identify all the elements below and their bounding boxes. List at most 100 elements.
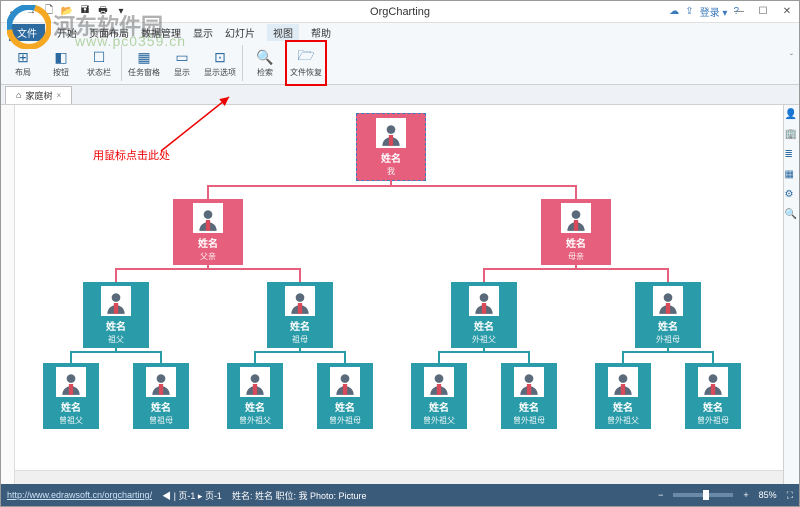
app-title: OrgCharting <box>370 6 430 18</box>
node-role: 祖母 <box>292 334 308 345</box>
maximize-button[interactable]: ☐ <box>755 5 771 19</box>
ribbon-search[interactable]: 🔍检索 <box>247 43 283 83</box>
ribbon: ⊞布局 ◧按钮 ☐状态栏 ▦任务窗格 ▭显示 ⊡显示选项 🔍检索 🗁文件恢复 ˬ <box>1 41 799 85</box>
org-node[interactable]: 姓名曾外祖母 <box>501 363 557 429</box>
org-node[interactable]: 姓名外祖母 <box>635 282 701 348</box>
status-bar: http://www.edrawsoft.cn/orgcharting/ ◀ |… <box>1 484 799 506</box>
ribbon-statusbar[interactable]: ☐状态栏 <box>81 43 117 83</box>
connector <box>344 351 346 363</box>
menu-data[interactable]: 数据管理 <box>141 25 181 40</box>
ribbon-collapse-icon[interactable]: ˬ <box>790 45 793 55</box>
menu-help[interactable]: 帮助 <box>311 25 331 40</box>
qat-print[interactable]: 🖶 <box>95 4 111 20</box>
org-node[interactable]: 姓名祖母 <box>267 282 333 348</box>
horizontal-scrollbar[interactable] <box>15 470 783 484</box>
org-node[interactable]: 姓名父亲 <box>173 199 243 265</box>
menu-slides[interactable]: 幻灯片 <box>225 25 255 40</box>
menu-view[interactable]: 视图 <box>267 24 299 41</box>
zoom-out-button[interactable]: − <box>658 490 663 500</box>
connector <box>622 351 714 353</box>
qat-undo[interactable]: ← <box>5 4 21 20</box>
zoom-in-button[interactable]: + <box>743 490 748 500</box>
titlebar-right: ☁ ⇪ 登录 ▾ ? <box>669 4 739 19</box>
node-role: 父亲 <box>200 251 216 262</box>
qat-more[interactable]: ▾ <box>113 4 129 20</box>
org-node-root[interactable]: 姓名 我 <box>356 113 426 181</box>
search-icon: 🔍 <box>255 47 275 67</box>
org-node[interactable]: 姓名曾外祖母 <box>317 363 373 429</box>
node-name: 姓名 <box>613 399 633 414</box>
sidebar-search-icon[interactable]: 🔍 <box>785 209 799 223</box>
qat-save[interactable]: 🖬 <box>77 4 93 20</box>
ribbon-button[interactable]: ◧按钮 <box>43 43 79 83</box>
connector <box>70 351 162 353</box>
org-node[interactable]: 姓名母亲 <box>541 199 611 265</box>
node-role: 祖父 <box>108 334 124 345</box>
tab-close-icon[interactable]: × <box>56 91 61 100</box>
highlight-annotation: 🗁文件恢复 <box>285 40 327 86</box>
sidebar-gear-icon[interactable]: ⚙ <box>785 189 799 203</box>
fit-button[interactable]: ⛶ <box>787 490 793 501</box>
ribbon-layout[interactable]: ⊞布局 <box>5 43 41 83</box>
org-node[interactable]: 姓名曾外祖父 <box>411 363 467 429</box>
avatar <box>376 118 406 148</box>
cloud-icon[interactable]: ☁ <box>669 6 679 17</box>
avatar <box>101 286 131 316</box>
status-url[interactable]: http://www.edrawsoft.cn/orgcharting/ <box>7 490 152 500</box>
qat-redo[interactable]: → <box>23 4 39 20</box>
window-controls: — ☐ ✕ <box>731 5 795 19</box>
org-node[interactable]: 姓名祖父 <box>83 282 149 348</box>
avatar <box>285 286 315 316</box>
menu-start[interactable]: 开始 <box>57 25 77 40</box>
zoom-value: 85% <box>759 490 777 500</box>
org-node[interactable]: 姓名曾祖母 <box>133 363 189 429</box>
node-role: 外祖父 <box>472 334 496 345</box>
document-tab[interactable]: ⌂ 家庭树 × <box>5 86 72 104</box>
zoom-slider[interactable] <box>673 493 733 497</box>
title-bar: ← → 🗋 📂 🖬 🖶 ▾ OrgCharting ☁ ⇪ 登录 ▾ ? — ☐… <box>1 1 799 23</box>
sidebar-grid-icon[interactable]: ▦ <box>785 169 799 183</box>
qat-open[interactable]: 📂 <box>59 4 75 20</box>
org-node[interactable]: 姓名曾外祖母 <box>685 363 741 429</box>
node-name: 姓名 <box>474 318 494 333</box>
ribbon-taskpane[interactable]: ▦任务窗格 <box>126 43 162 83</box>
ribbon-separator <box>121 45 122 81</box>
avatar <box>193 203 223 233</box>
status-page[interactable]: ◀ | 页-1 ▸ 页-1 <box>162 489 222 502</box>
menu-display[interactable]: 显示 <box>193 25 213 40</box>
ribbon-file-recover[interactable]: 🗁文件恢复 <box>288 43 324 83</box>
sidebar-org-icon[interactable]: 🏢 <box>785 129 799 143</box>
avatar <box>146 367 176 397</box>
avatar <box>653 286 683 316</box>
node-role: 曾外祖母 <box>697 415 729 426</box>
node-name: 姓名 <box>198 235 218 250</box>
node-name: 姓名 <box>381 150 401 165</box>
avatar <box>330 367 360 397</box>
node-name: 姓名 <box>335 399 355 414</box>
avatar <box>514 367 544 397</box>
node-name: 姓名 <box>429 399 449 414</box>
org-node[interactable]: 姓名曾外祖父 <box>227 363 283 429</box>
sidebar-list-icon[interactable]: ≣ <box>785 149 799 163</box>
ribbon-options[interactable]: ⊡显示选项 <box>202 43 238 83</box>
org-node[interactable]: 姓名曾外祖父 <box>595 363 651 429</box>
connector <box>254 351 256 363</box>
menu-layout[interactable]: 页面布局 <box>89 25 129 40</box>
share-icon[interactable]: ⇪ <box>685 6 693 17</box>
org-node[interactable]: 姓名曾祖父 <box>43 363 99 429</box>
node-name: 姓名 <box>566 235 586 250</box>
ribbon-show[interactable]: ▭显示 <box>164 43 200 83</box>
qat-new[interactable]: 🗋 <box>41 4 57 20</box>
org-node[interactable]: 姓名外祖父 <box>451 282 517 348</box>
close-button[interactable]: ✕ <box>779 5 795 19</box>
quick-access-toolbar: ← → 🗋 📂 🖬 🖶 ▾ <box>1 4 129 20</box>
vertical-ruler <box>1 105 15 484</box>
node-name: 姓名 <box>658 318 678 333</box>
node-name: 姓名 <box>151 399 171 414</box>
sidebar-person-icon[interactable]: 👤 <box>785 109 799 123</box>
minimize-button[interactable]: — <box>731 5 747 19</box>
avatar <box>698 367 728 397</box>
menu-file[interactable]: 文件 <box>9 24 45 41</box>
ribbon-separator <box>242 45 243 81</box>
login-link[interactable]: 登录 ▾ <box>700 4 728 19</box>
